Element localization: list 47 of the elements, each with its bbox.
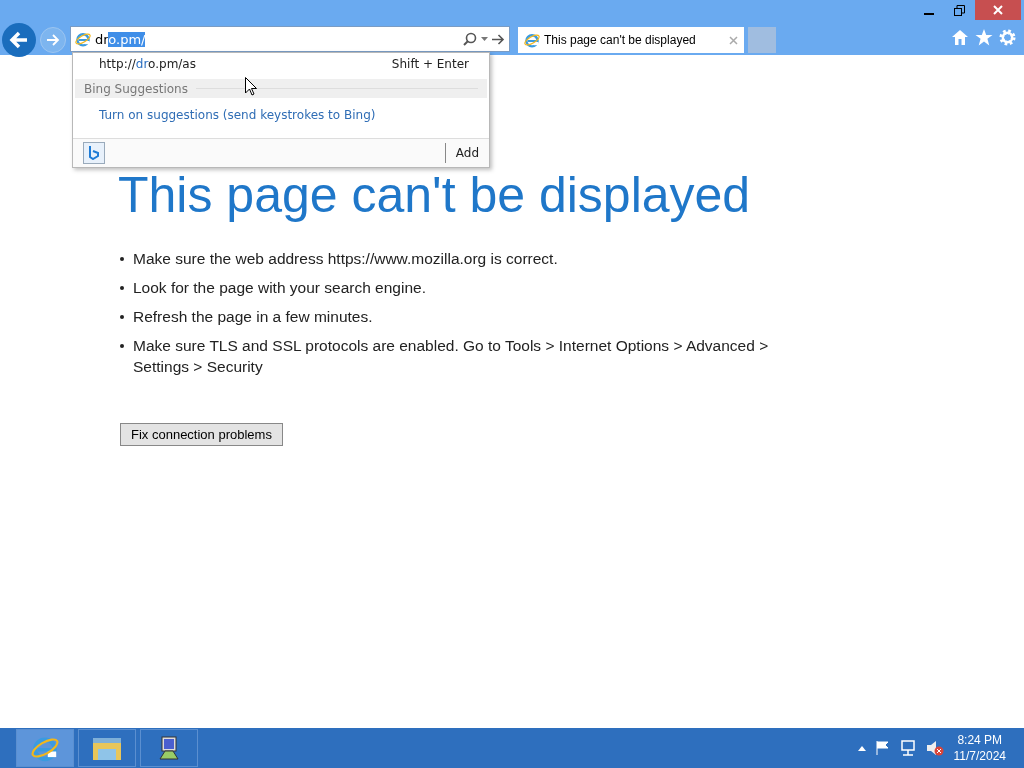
search-provider-icon[interactable]: [83, 142, 105, 164]
section-header: Bing Suggestions: [84, 81, 188, 96]
back-button[interactable]: [2, 23, 36, 57]
tip-text: Look for the page with your search engine.: [133, 278, 426, 298]
restore-icon: [953, 4, 965, 16]
close-icon: [993, 5, 1003, 15]
suggestions-link[interactable]: Turn on suggestions (send keystrokes to Bing): [73, 98, 489, 132]
forward-arrow-icon: [46, 34, 60, 46]
browser-e-icon: [524, 32, 540, 48]
flag-icon[interactable]: [875, 741, 890, 755]
computer-icon: [157, 735, 181, 761]
bullet-icon: [120, 315, 124, 319]
tip-text: Make sure the web address https://www.mozilla.org is correct.: [133, 249, 558, 269]
add-link[interactable]: Add: [444, 143, 479, 163]
taskbar-app[interactable]: [78, 729, 136, 767]
show-hidden-icon[interactable]: [857, 745, 866, 751]
clock-date[interactable]: 11/7/2024: [953, 749, 1006, 763]
bullet-icon: [120, 286, 124, 290]
search-icon[interactable]: [463, 32, 477, 46]
browser-tab[interactable]: This page can't be displayed: [518, 27, 744, 53]
settings-icon[interactable]: [999, 29, 1016, 46]
close-tab-icon[interactable]: [729, 35, 738, 45]
fix-connection-button[interactable]: Fix connection problems: [120, 423, 283, 446]
minimize-icon: [924, 13, 934, 15]
address-field[interactable]: dro.pm/: [70, 26, 510, 52]
speaker-muted-icon[interactable]: [925, 740, 944, 756]
bullet-icon: [120, 344, 124, 348]
clock-time[interactable]: 8:24 PM: [953, 733, 1006, 747]
bullet-icon: [120, 257, 124, 261]
url-suggestion[interactable]: http://dro.pm/as Shift + Enter: [73, 53, 489, 75]
dropdown-caret-icon[interactable]: [481, 37, 488, 41]
error-heading: This page can't be displayed: [118, 168, 751, 222]
browser-e-icon: [75, 31, 91, 47]
folder-icon: [92, 735, 122, 761]
tab-title: This page can't be displayed: [544, 33, 697, 47]
tip-text: Refresh the page in a few minutes.: [133, 307, 373, 327]
home-icon[interactable]: [951, 29, 969, 46]
go-arrow-icon[interactable]: [492, 33, 505, 45]
tip-text: Make sure TLS and SSL protocols are enabled. Go to Tools > Internet Options > Advanced > Settings > Security: [133, 336, 770, 377]
network-icon[interactable]: [899, 740, 916, 756]
taskbar-app[interactable]: [140, 729, 198, 767]
close-button[interactable]: [975, 0, 1021, 20]
star-icon[interactable]: [975, 29, 993, 46]
back-arrow-icon: [9, 31, 29, 49]
shortcut-hint: Shift + Enter: [391, 57, 469, 73]
cursor-icon: [245, 77, 257, 96]
forward-button[interactable]: [40, 27, 66, 53]
